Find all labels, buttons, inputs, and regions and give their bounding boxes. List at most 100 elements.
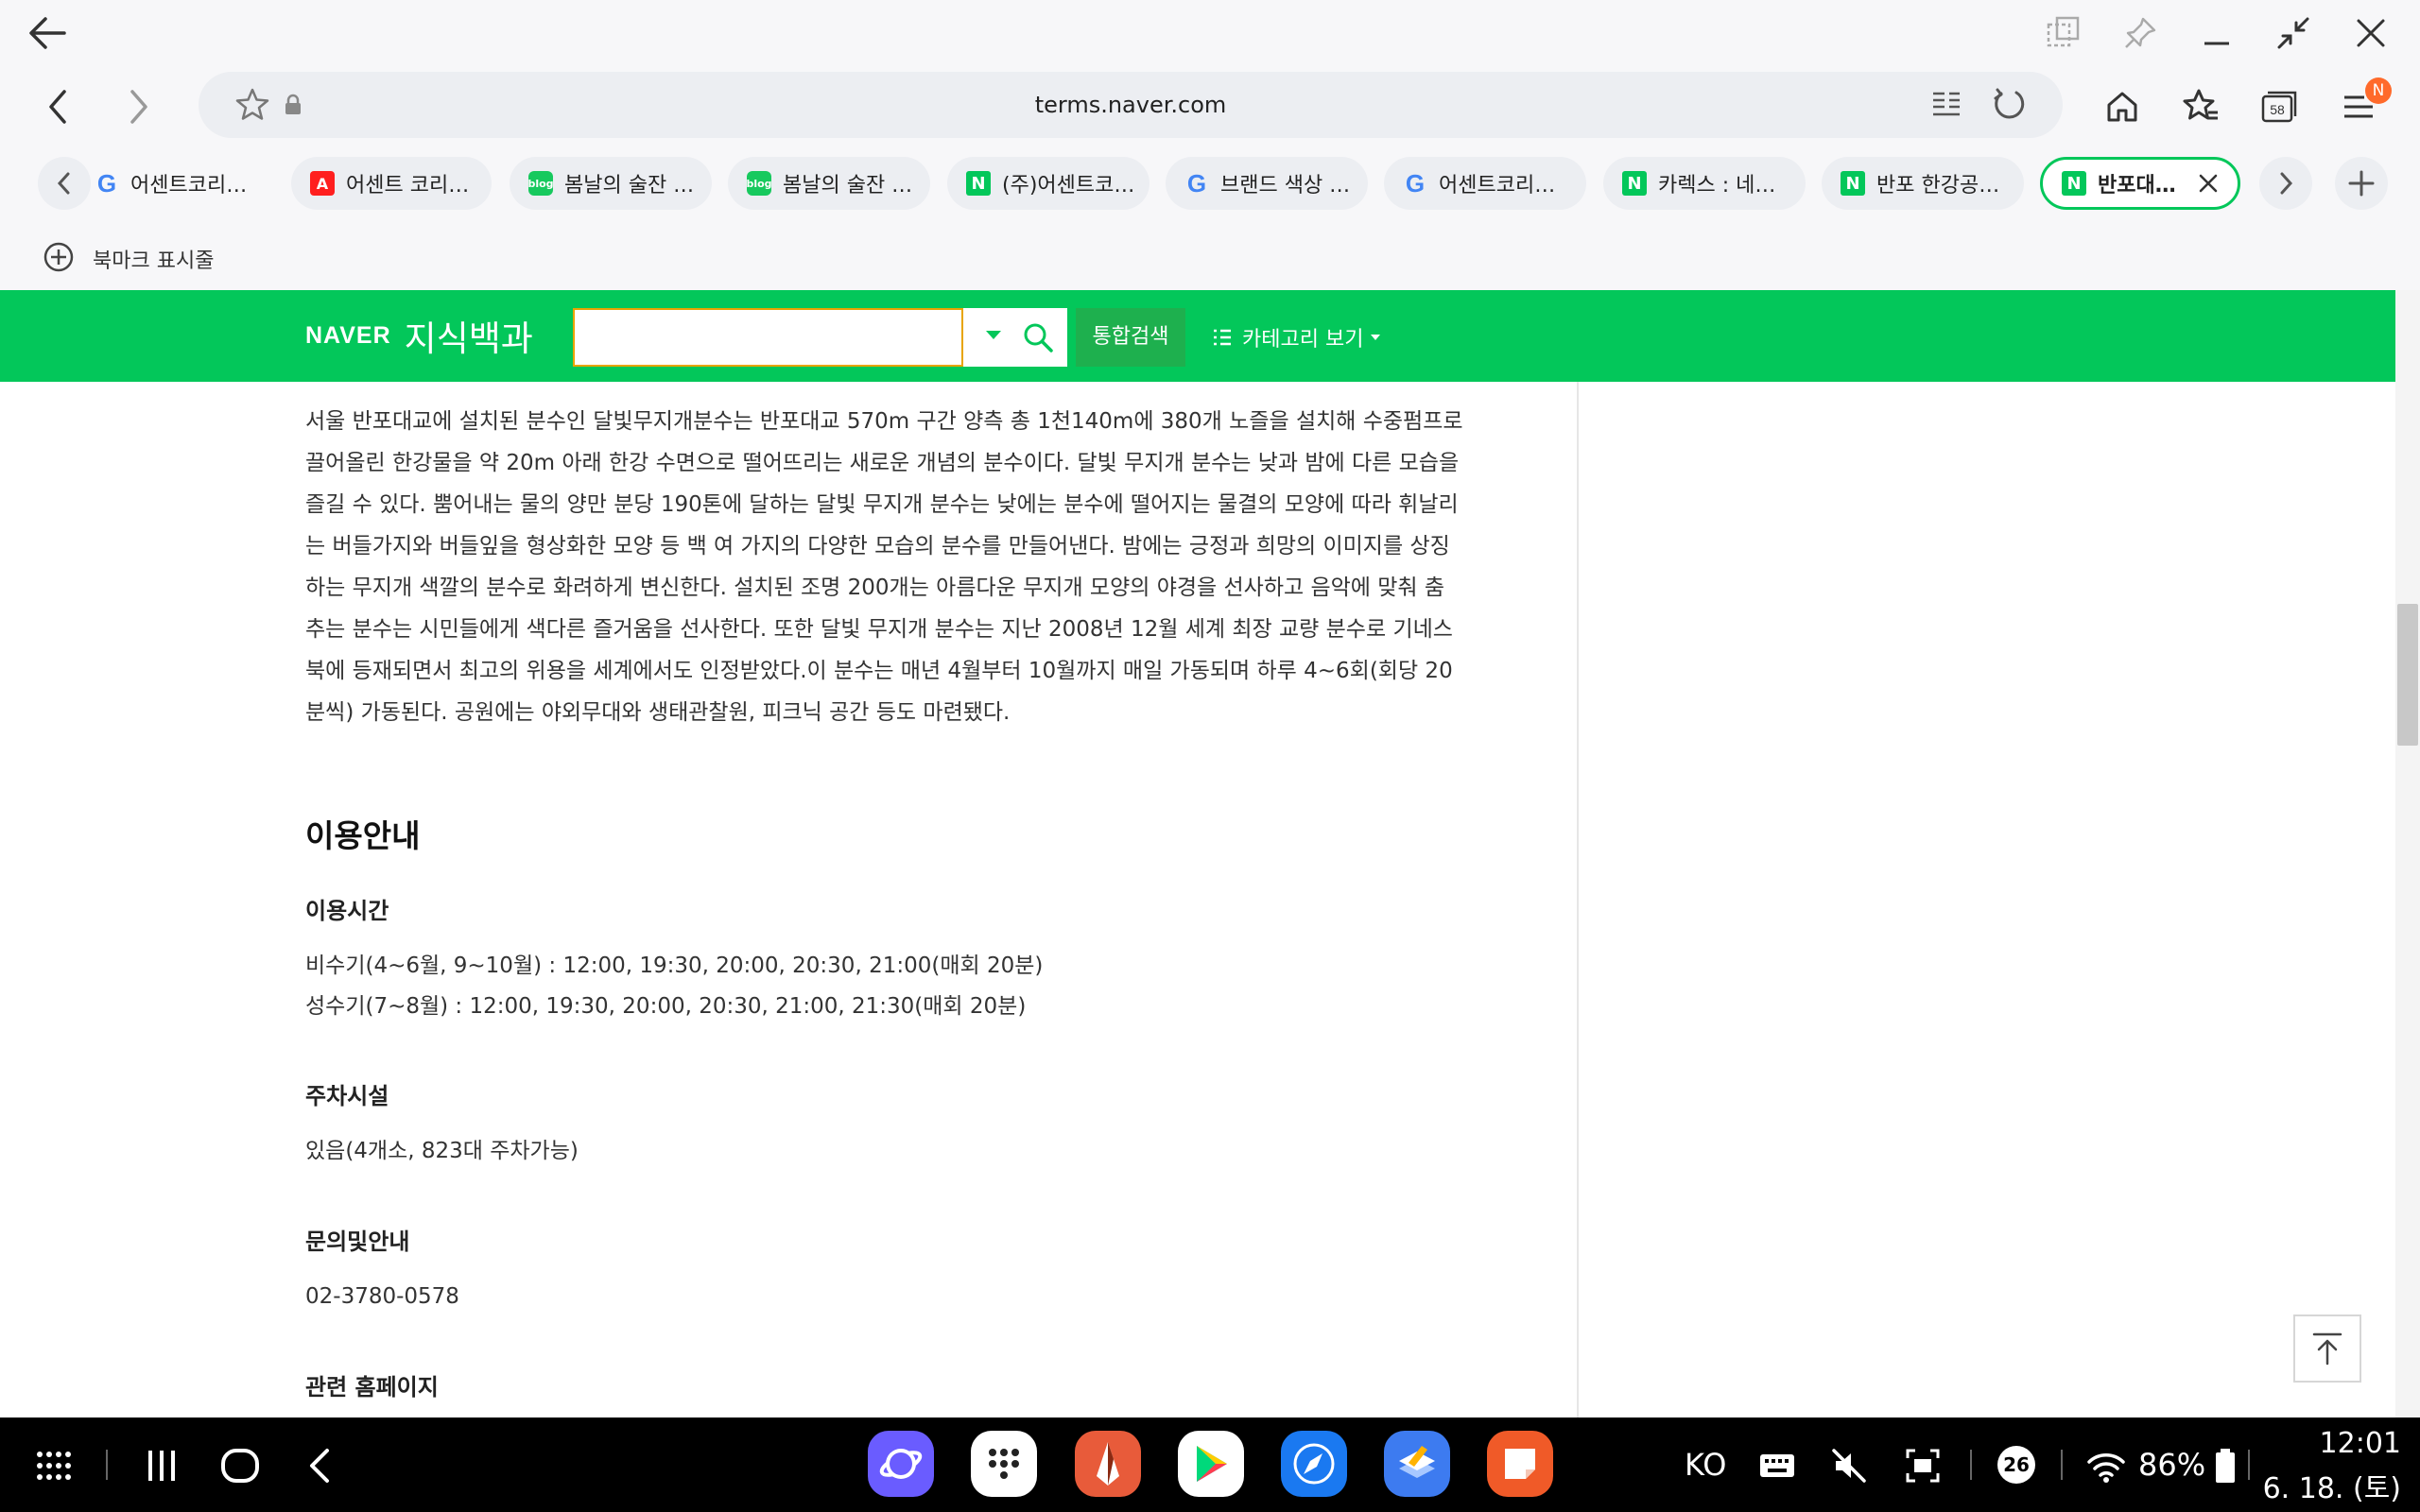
wifi-icon[interactable]: [2082, 1441, 2131, 1490]
tray-separator: [2248, 1450, 2250, 1480]
pin-icon[interactable]: [2118, 11, 2162, 55]
play-store-app-icon[interactable]: [1178, 1431, 1244, 1497]
tabs-manager-icon[interactable]: 58: [2256, 83, 2303, 130]
clock-time[interactable]: 12:01: [2278, 1427, 2401, 1460]
page-content: 서울 반포대교에 설치된 분수인 달빛무지개분수는 반포대교 570m 구간 양…: [0, 382, 2395, 1418]
home-icon[interactable]: [2099, 83, 2146, 130]
column-divider: [1577, 382, 1579, 1418]
bookmarks-icon[interactable]: [2177, 83, 2224, 130]
hours-peak: 성수기(7~8월) : 12:00, 19:30, 20:00, 20:30, …: [305, 994, 1027, 1019]
home-button-icon[interactable]: [216, 1441, 265, 1490]
parking-heading: 주차시설: [305, 1083, 389, 1109]
back-nav-icon[interactable]: [295, 1441, 344, 1490]
google-icon: G: [1405, 168, 1426, 198]
tab-4[interactable]: blog 봄날의 술잔 …: [728, 157, 930, 210]
arrow-up-icon: [2312, 1332, 2342, 1366]
input-language[interactable]: KO: [1685, 1444, 1726, 1486]
galaxy-store-app-icon[interactable]: [971, 1431, 1037, 1497]
naver-icon: N: [1622, 171, 1647, 196]
naver-logo[interactable]: NAVER 지식백과: [305, 313, 533, 359]
forward-button[interactable]: [117, 85, 161, 129]
category-view-label: 카테고리 보기: [1242, 328, 1364, 352]
notification-count-badge[interactable]: 26: [1997, 1446, 2035, 1484]
google-icon: G: [1186, 168, 1207, 198]
restore-icon[interactable]: [2272, 11, 2315, 55]
scrollbar-thumb[interactable]: [2397, 604, 2418, 746]
window-back-icon[interactable]: [25, 13, 70, 53]
tab-8[interactable]: N 카렉스 : 네…: [1603, 157, 1806, 210]
recent-apps-icon[interactable]: [137, 1441, 186, 1490]
mute-icon[interactable]: [1824, 1441, 1874, 1490]
taskbar-separator: [106, 1450, 108, 1480]
service-name: 지식백과: [404, 318, 533, 359]
keyboard-icon[interactable]: [1753, 1441, 1802, 1490]
naver-icon: N: [966, 171, 991, 196]
memo-app-icon[interactable]: [1487, 1431, 1553, 1497]
naver-icon: N: [1841, 171, 1865, 196]
tab-2[interactable]: A 어센트 코리…: [291, 157, 492, 210]
homepage-heading: 관련 홈페이지: [305, 1374, 439, 1400]
scroll-to-top-button[interactable]: [2293, 1314, 2361, 1383]
naver-brand: NAVER: [305, 321, 391, 349]
bookmark-bar-label[interactable]: 북마크 표시줄: [93, 244, 214, 274]
tab-active[interactable]: N 반포대…: [2040, 157, 2240, 210]
naver-blog-icon: blog: [746, 171, 772, 196]
tab-strip: G 어센트코리… A 어센트 코리… blog 봄날의 술잔 … blog 봄날…: [0, 155, 2420, 212]
compass-app-icon[interactable]: [1281, 1431, 1347, 1497]
address-bar[interactable]: terms.naver.com: [199, 72, 2063, 138]
category-view-button[interactable]: 카테고리 보기: [1212, 308, 1381, 367]
tab-scroll-right-button[interactable]: [2259, 157, 2312, 210]
menu-notification-badge: N: [2365, 77, 2392, 104]
naver-blog-icon: blog: [527, 171, 554, 196]
add-bookmark-icon[interactable]: [42, 240, 76, 274]
url-text: terms.naver.com: [1034, 92, 1227, 118]
new-tab-button[interactable]: [2335, 157, 2388, 210]
battery-percent: 86%: [2138, 1447, 2206, 1483]
unified-search-button[interactable]: 통합검색: [1076, 308, 1185, 367]
clock-date[interactable]: 6. 18. (토): [2259, 1465, 2401, 1506]
battery-icon: [2201, 1441, 2250, 1490]
window-title-row: [0, 0, 2420, 66]
parking-text: 있음(4개소, 823대 주차가능): [305, 1139, 579, 1163]
bookmark-bar: 북마크 표시줄: [0, 234, 2420, 280]
search-input[interactable]: [573, 308, 963, 367]
notes-app-icon[interactable]: [1384, 1431, 1450, 1497]
google-icon: G: [96, 168, 117, 198]
adobe-icon: A: [310, 171, 335, 196]
app-drawer-icon[interactable]: [28, 1441, 78, 1490]
search-tools: [963, 308, 1067, 367]
navigation-row: terms.naver.com 58: [0, 72, 2420, 142]
page-scrollbar[interactable]: [2395, 290, 2420, 1418]
sketchbook-app-icon[interactable]: [1075, 1431, 1141, 1497]
screenshot-icon[interactable]: [1898, 1441, 1947, 1490]
tab-1[interactable]: G 어센트코리…: [79, 157, 274, 210]
browser-chrome: terms.naver.com 58 N G 어센트코리… A 어센트 코리… …: [0, 0, 2420, 290]
tray-separator: [1970, 1450, 1972, 1480]
search-dropdown-icon[interactable]: [986, 331, 1001, 339]
svg-text:58: 58: [2270, 102, 2285, 117]
close-tab-icon[interactable]: [2194, 169, 2222, 198]
tab-6[interactable]: G 브랜드 색상 …: [1166, 157, 1368, 210]
minimize-icon[interactable]: [2195, 11, 2238, 55]
tab-7[interactable]: G 어센트코리…: [1384, 157, 1586, 210]
close-window-icon[interactable]: [2349, 11, 2393, 55]
hours-heading: 이용시간: [305, 898, 389, 924]
back-button[interactable]: [36, 85, 79, 129]
contact-text: 02-3780-0578: [305, 1284, 459, 1309]
search-icon[interactable]: [1022, 321, 1054, 353]
section-title: 이용안내: [305, 817, 421, 854]
samsung-internet-app-icon[interactable]: [868, 1431, 934, 1497]
tray-separator: [2061, 1450, 2063, 1480]
multi-window-icon[interactable]: [2042, 11, 2085, 55]
tab-5[interactable]: N (주)어센트코…: [947, 157, 1150, 210]
hours-offpeak: 비수기(4~6월, 9~10월) : 12:00, 19:30, 20:00, …: [305, 954, 1044, 978]
taskbar: KO 26 86% 12:01 6. 18. (토): [0, 1418, 2420, 1512]
contact-heading: 문의및안내: [305, 1228, 410, 1255]
reload-icon[interactable]: [1987, 83, 2031, 127]
tab-3[interactable]: blog 봄날의 술잔 …: [510, 157, 712, 210]
reader-mode-icon[interactable]: [1925, 83, 1968, 127]
caret-down-icon: [1371, 335, 1381, 340]
list-icon: [1214, 329, 1231, 346]
article-body: 서울 반포대교에 설치된 분수인 달빛무지개분수는 반포대교 570m 구간 양…: [305, 409, 1463, 725]
tab-9[interactable]: N 반포 한강공…: [1822, 157, 2024, 210]
